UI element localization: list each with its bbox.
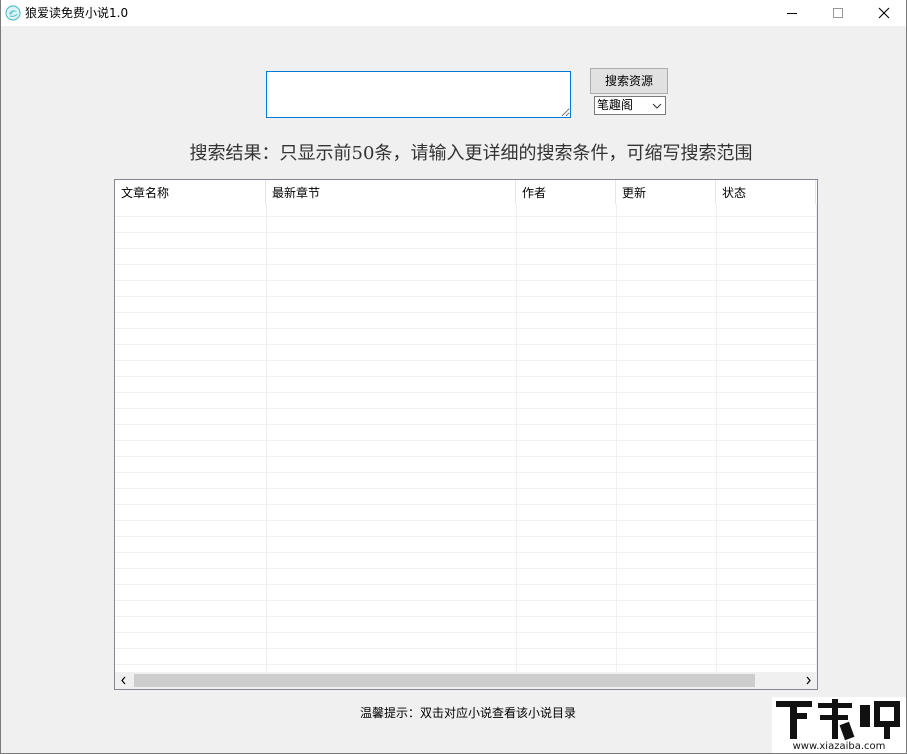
maximize-button[interactable] bbox=[815, 0, 861, 26]
column-header-author[interactable]: 作者 bbox=[516, 180, 616, 204]
scroll-left-button[interactable] bbox=[115, 672, 132, 689]
window-title: 狼爱读免费小说1.0 bbox=[25, 6, 129, 20]
xiazaiba-logo: www.xiazaiba.com bbox=[772, 697, 906, 753]
table-header: 文章名称 最新章节 作者 更新 状态 bbox=[115, 180, 817, 204]
scrollbar-thumb[interactable] bbox=[134, 674, 755, 687]
results-list-view[interactable]: 文章名称 最新章节 作者 更新 状态 bbox=[114, 179, 818, 690]
minimize-button[interactable] bbox=[769, 0, 815, 26]
scroll-right-button[interactable] bbox=[800, 672, 817, 689]
chevron-right-icon bbox=[806, 676, 811, 685]
column-header-status[interactable]: 状态 bbox=[716, 180, 816, 204]
column-header-title[interactable]: 文章名称 bbox=[115, 180, 266, 204]
table-grid-lines bbox=[115, 204, 817, 672]
app-swirl-icon bbox=[5, 5, 21, 21]
source-select-value: 笔趣阁 bbox=[597, 98, 634, 112]
search-input[interactable] bbox=[266, 71, 571, 118]
source-select[interactable]: 笔趣阁 bbox=[594, 96, 666, 115]
column-header-update[interactable]: 更新 bbox=[616, 180, 716, 204]
search-resources-button[interactable]: 搜索资源 bbox=[590, 68, 668, 94]
site-watermark-logo: www.xiazaiba.com bbox=[772, 697, 906, 753]
minimize-icon bbox=[787, 13, 797, 14]
app-window: 狼爱读免费小说1.0 搜索资源 笔趣阁 搜索结果：只显示前50条，请输入更详细的… bbox=[0, 0, 907, 754]
search-result-info: 搜索结果：只显示前50条，请输入更详细的搜索条件，可缩写搜索范围 bbox=[189, 143, 753, 164]
chevron-down-icon bbox=[652, 103, 662, 109]
horizontal-scrollbar[interactable] bbox=[115, 672, 817, 689]
title-bar[interactable]: 狼爱读免费小说1.0 bbox=[1, 0, 906, 26]
close-icon bbox=[878, 7, 890, 19]
chevron-left-icon bbox=[121, 676, 126, 685]
svg-text:www.xiazaiba.com: www.xiazaiba.com bbox=[793, 741, 886, 752]
close-button[interactable] bbox=[861, 0, 907, 26]
maximize-icon bbox=[833, 8, 843, 18]
column-header-latest-chapter[interactable]: 最新章节 bbox=[266, 180, 516, 204]
